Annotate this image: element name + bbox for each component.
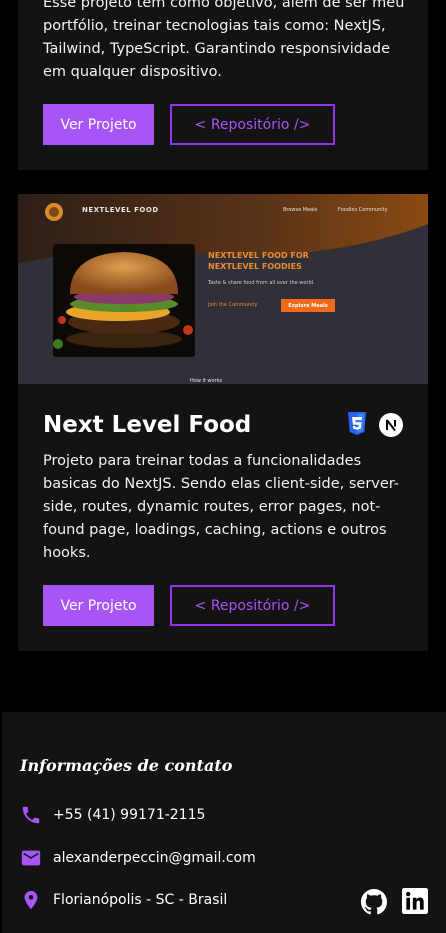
location-pin-icon [24,890,38,910]
contact-footer: Informações de contato +55 (41) 99171-21… [2,712,446,933]
project-preview-image: NEXTLEVEL FOOD Browse Meals Foodies Comm… [18,194,428,384]
preview-explore-button: Explore Meals [281,299,335,312]
css3-icon [347,412,367,440]
project-card-next-level-food: NEXTLEVEL FOOD Browse Meals Foodies Comm… [18,194,428,651]
location-text: Florianópolis - SC - Brasil [53,892,228,908]
project-card-portfolio: Esse projeto tem como objetivo, além de … [18,0,428,170]
repository-button[interactable]: < Repositório /> [170,104,335,145]
repository-button[interactable]: < Repositório /> [170,585,335,626]
preview-headline-2: NEXTLEVEL FOODIES [208,262,302,271]
github-icon[interactable] [361,889,387,919]
preview-tagline: Taste & share food from all over the wor… [208,280,315,286]
view-project-button[interactable]: Ver Projeto [43,585,154,626]
preview-nav-browse: Browse Meals [283,207,318,213]
view-project-button[interactable]: Ver Projeto [43,104,154,145]
email-text: alexanderpeccin@gmail.com [53,850,256,866]
location-row: Florianópolis - SC - Brasil [20,889,227,911]
project-description: Projeto para treinar todas a funcionalid… [43,453,400,561]
email-row: alexanderpeccin@gmail.com [20,847,256,869]
nextjs-icon [379,413,403,441]
project-description: Esse projeto tem como objetivo, além de … [43,0,405,80]
phone-row: +55 (41) 99171-2115 [20,804,205,826]
email-icon [21,850,41,866]
project-title: Next Level Food [43,412,252,438]
contact-title: Informações de contato [20,756,233,775]
linkedin-icon[interactable] [402,888,428,918]
phone-icon [22,806,40,824]
phone-text: +55 (41) 99171-2115 [53,807,206,823]
preview-join-link: Join the Community [208,302,258,308]
preview-headline-1: NEXTLEVEL FOOD FOR [208,251,309,260]
preview-bottom-text: How it works [190,378,223,384]
preview-logo-text: NEXTLEVEL FOOD [82,206,159,214]
preview-nav-community: Foodies Community [338,207,388,213]
